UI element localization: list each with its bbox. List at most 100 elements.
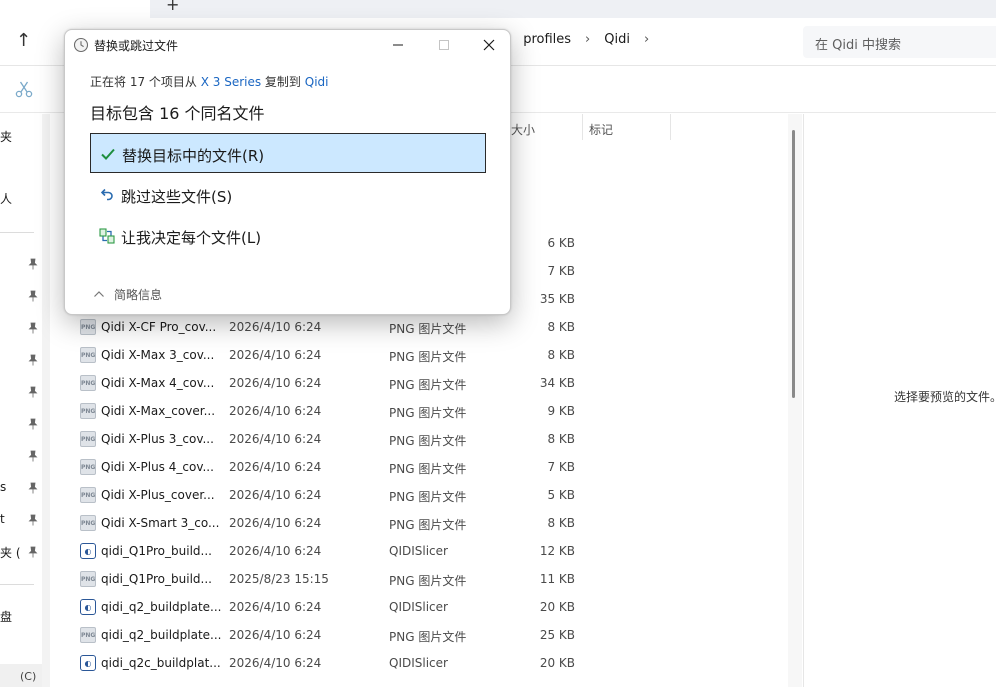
nav-item-label[interactable]: s bbox=[0, 480, 6, 494]
column-divider[interactable] bbox=[670, 114, 671, 140]
nav-item-label[interactable]: t bbox=[0, 512, 5, 526]
file-row[interactable]: ◐ qidi_q2_buildplate... 2026/4/10 6:24 QIDI… bbox=[76, 593, 586, 621]
file-size: 11 KB bbox=[539, 572, 575, 586]
minimize-button[interactable] bbox=[375, 30, 421, 60]
pin-icon[interactable] bbox=[27, 258, 39, 270]
file-row[interactable]: PNG Qidi X-Max 3_cov... 2026/4/10 6:24 PNG … bbox=[76, 341, 586, 369]
nav-item-label[interactable]: 盘 bbox=[0, 608, 12, 625]
column-divider[interactable] bbox=[582, 114, 583, 140]
nav-item-label[interactable]: 人 bbox=[0, 190, 12, 207]
breadcrumb-separator[interactable]: › bbox=[644, 32, 649, 47]
file-date: 2026/4/10 6:24 bbox=[229, 544, 322, 558]
file-row[interactable]: PNG Qidi X-Smart 3_co... 2026/4/10 6:24 PNG… bbox=[76, 509, 586, 537]
png-file-icon: PNG bbox=[80, 319, 96, 335]
breadcrumb-separator[interactable]: › bbox=[585, 32, 590, 47]
nav-item-label[interactable]: (C) bbox=[20, 670, 36, 683]
copy-info-text: 正在将 17 个项目从 X 3 Series 复制到 Qidi bbox=[90, 73, 328, 90]
maximize-button[interactable] bbox=[421, 30, 467, 60]
file-row[interactable]: ◐ qidi_Q1Pro_build... 2026/4/10 6:24 QIDISl… bbox=[76, 537, 586, 565]
file-row[interactable]: PNG Qidi X-Plus 3_cov... 2026/4/10 6:24 PNG… bbox=[76, 425, 586, 453]
pin-icon[interactable] bbox=[27, 514, 39, 526]
option-label: 替换目标中的文件(R) bbox=[122, 147, 265, 165]
file-size: 9 KB bbox=[547, 404, 575, 418]
qidislicer-file-icon: ◐ bbox=[80, 655, 96, 671]
copy-info-middle: 复制到 bbox=[261, 75, 305, 89]
check-icon bbox=[101, 148, 115, 160]
chevron-up-icon bbox=[94, 291, 104, 297]
file-row[interactable]: PNG Qidi X-Plus 4_cov... 2026/4/10 6:24 PNG… bbox=[76, 453, 586, 481]
file-type: PNG 图片文件 bbox=[389, 462, 467, 476]
file-type: PNG 图片文件 bbox=[389, 630, 467, 644]
file-row[interactable]: PNG Qidi X-CF Pro_cov... 2026/4/10 6:24 PNG… bbox=[76, 313, 586, 341]
file-name: qidi_q2_buildplate... bbox=[101, 600, 221, 614]
content-scrollbar[interactable] bbox=[788, 114, 802, 687]
dialog-titlebar[interactable]: 替换或跳过文件 bbox=[65, 30, 510, 60]
decide-icon bbox=[99, 228, 115, 244]
file-row[interactable]: PNG qidi_Q1Pro_build... 2025/8/23 15:15 PNG… bbox=[76, 565, 586, 593]
nav-scrollbar[interactable] bbox=[42, 114, 50, 687]
search-input[interactable]: 在 Qidi 中搜索 bbox=[803, 26, 996, 58]
file-name: Qidi X-Max 3_cov... bbox=[101, 348, 215, 362]
destination-folder-link[interactable]: Qidi bbox=[305, 75, 329, 89]
conflict-heading: 目标包含 16 个同名文件 bbox=[90, 104, 265, 123]
column-header-tags[interactable]: 标记 bbox=[589, 114, 613, 140]
png-file-icon: PNG bbox=[80, 347, 96, 363]
breadcrumb-item-profiles[interactable]: profiles bbox=[523, 32, 571, 47]
pin-icon[interactable] bbox=[27, 450, 39, 462]
file-size: 8 KB bbox=[547, 516, 575, 530]
pin-icon[interactable] bbox=[27, 482, 39, 494]
nav-item-label[interactable]: 夹 ( bbox=[0, 544, 21, 561]
details-toggle[interactable]: 简略信息 bbox=[93, 286, 213, 304]
file-type: PNG 图片文件 bbox=[389, 322, 467, 336]
undo-arrow-icon bbox=[100, 188, 113, 201]
file-row[interactable]: PNG Qidi X-Max 4_cov... 2026/4/10 6:24 PNG … bbox=[76, 369, 586, 397]
skip-files-option[interactable]: 跳过这些文件(S) bbox=[90, 175, 486, 215]
file-name: qidi_Q1Pro_build... bbox=[101, 544, 212, 558]
pin-icon[interactable] bbox=[27, 386, 39, 398]
file-row[interactable]: PNG Qidi X-Plus_cover... 2026/4/10 6:24 PNG… bbox=[76, 481, 586, 509]
breadcrumb-item-qidi[interactable]: Qidi bbox=[604, 32, 630, 47]
scrollbar-thumb[interactable] bbox=[792, 130, 795, 398]
clock-icon bbox=[73, 37, 89, 53]
breadcrumb: › profiles › Qidi › bbox=[504, 32, 649, 47]
file-name: Qidi X-Max 4_cov... bbox=[101, 376, 215, 390]
replace-files-option[interactable]: 替换目标中的文件(R) bbox=[90, 133, 486, 173]
file-type: PNG 图片文件 bbox=[389, 378, 467, 392]
dialog-title: 替换或跳过文件 bbox=[94, 39, 179, 53]
file-size: 34 KB bbox=[539, 376, 575, 390]
option-label: 让我决定每个文件(L) bbox=[121, 229, 262, 247]
file-row[interactable]: PNG qidi_q2_buildplate... 2026/4/10 6:24 PN… bbox=[76, 621, 586, 649]
pin-icon[interactable] bbox=[27, 418, 39, 430]
minimize-icon bbox=[393, 44, 403, 46]
column-header-size[interactable]: 大小 bbox=[511, 114, 535, 140]
file-row[interactable]: PNG Qidi X-Max_cover... 2026/4/10 6:24 PNG … bbox=[76, 397, 586, 425]
replace-or-skip-dialog: 替换或跳过文件 正在将 17 个项目从 X 3 Series 复制到 Qidi … bbox=[64, 29, 511, 315]
scissors-icon[interactable] bbox=[14, 79, 34, 99]
source-folder-link[interactable]: X 3 Series bbox=[201, 75, 261, 89]
nav-item-selected[interactable]: (C) bbox=[0, 664, 42, 687]
file-date: 2025/8/23 15:15 bbox=[229, 572, 329, 586]
file-row[interactable]: ◐ qidi_q2c_buildplat... 2026/4/10 6:24 QIDI… bbox=[76, 649, 586, 677]
file-type: PNG 图片文件 bbox=[389, 490, 467, 504]
up-arrow-icon[interactable]: ↑ bbox=[16, 30, 31, 51]
navigation-pane: 夹 人 s t 夹 ( 盘 bbox=[0, 114, 42, 687]
close-button[interactable] bbox=[466, 30, 512, 60]
new-tab-button[interactable]: + bbox=[166, 0, 179, 14]
nav-item-label[interactable]: 夹 bbox=[0, 128, 12, 145]
tab-current[interactable] bbox=[0, 0, 150, 18]
nav-divider bbox=[0, 584, 34, 585]
copy-info-prefix: 正在将 17 个项目从 bbox=[90, 75, 201, 89]
png-file-icon: PNG bbox=[80, 627, 96, 643]
file-date: 2026/4/10 6:24 bbox=[229, 376, 322, 390]
pin-icon[interactable] bbox=[27, 290, 39, 302]
file-size: 8 KB bbox=[547, 432, 575, 446]
file-date: 2026/4/10 6:24 bbox=[229, 600, 322, 614]
pin-icon[interactable] bbox=[27, 322, 39, 334]
pin-icon[interactable] bbox=[27, 546, 39, 558]
decide-each-file-option[interactable]: 让我决定每个文件(L) bbox=[90, 216, 486, 256]
file-type: PNG 图片文件 bbox=[389, 434, 467, 448]
png-file-icon: PNG bbox=[80, 487, 96, 503]
file-name: Qidi X-Max_cover... bbox=[101, 404, 216, 418]
pin-icon[interactable] bbox=[27, 354, 39, 366]
file-type: QIDISlicer bbox=[389, 544, 448, 558]
